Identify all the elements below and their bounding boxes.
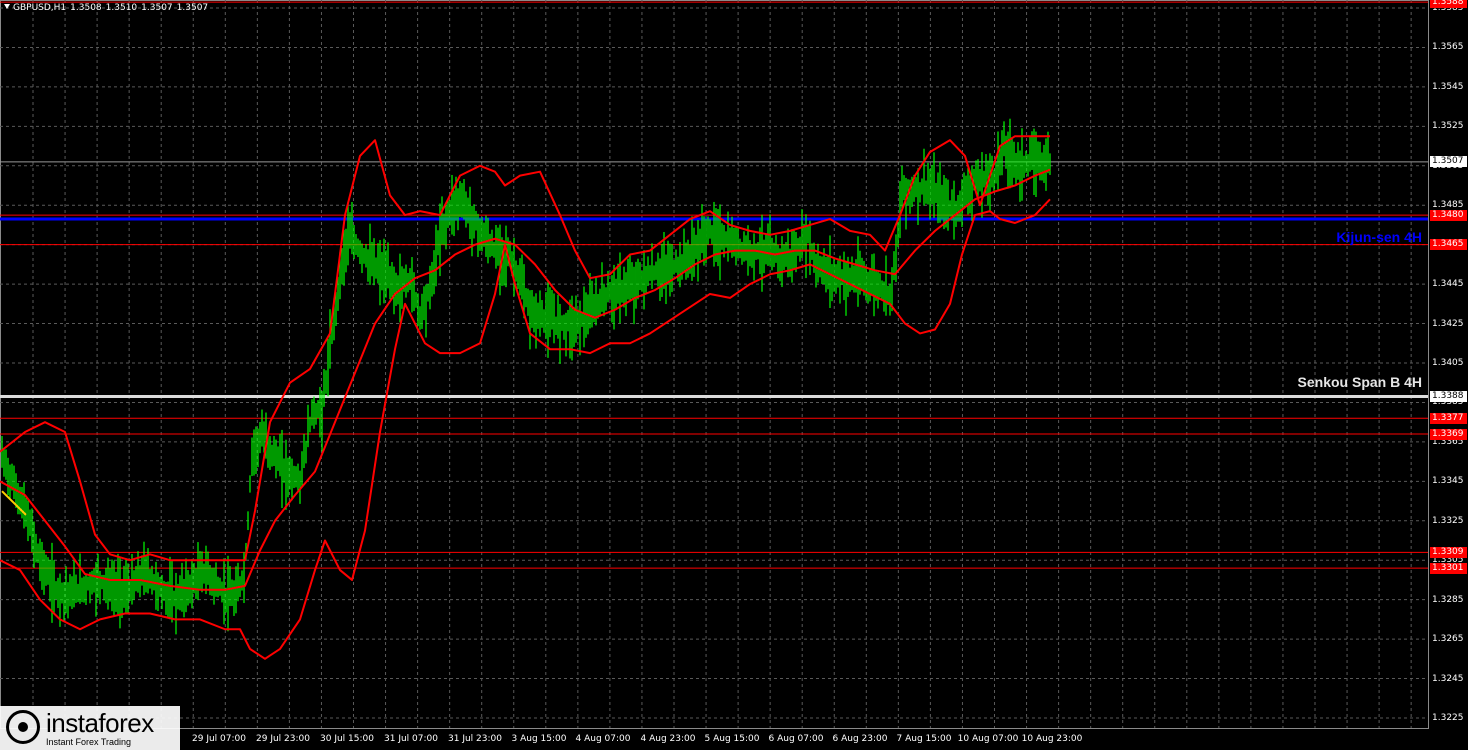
plot-border xyxy=(0,0,1429,729)
price-level-label: 1.3377 xyxy=(1430,412,1467,424)
price-level-label: 1.3507 xyxy=(1430,156,1467,168)
watermark-tagline: Instant Forex Trading xyxy=(46,737,132,747)
price-level-label: 1.3388 xyxy=(1430,391,1467,403)
x-tick-label: 29 Jul 23:00 xyxy=(256,734,310,744)
kijun-sen-label: Kijun-sen 4H xyxy=(1336,229,1422,245)
open-value: 1.3508 xyxy=(70,3,102,13)
y-tick-label: 1.3325 xyxy=(1432,515,1464,526)
y-tick-label: 1.3525 xyxy=(1432,121,1464,132)
y-tick-label: 1.3545 xyxy=(1432,81,1464,92)
y-tick-label: 1.3265 xyxy=(1432,634,1464,645)
series xyxy=(0,118,1051,660)
watermark-brand: instaforex xyxy=(46,708,154,738)
upper-band-line xyxy=(0,135,1050,562)
price-level-label: 1.3369 xyxy=(1430,428,1467,440)
x-tick-label: 4 Aug 07:00 xyxy=(575,734,631,744)
high-value: 1.3510 xyxy=(105,3,138,13)
price-level-label: 1.3480 xyxy=(1430,209,1467,221)
y-tick-label: 1.3285 xyxy=(1432,594,1464,605)
chart-header: GBPUSD,H1 1.3508 1.3510 1.3507 1.3507 xyxy=(4,3,212,13)
x-tick-label: 6 Aug 07:00 xyxy=(768,734,824,744)
price-chart[interactable] xyxy=(0,0,1468,750)
y-tick-label: 1.3565 xyxy=(1432,42,1464,53)
price-level-label: 1.3465 xyxy=(1430,239,1467,251)
x-tick-label: 6 Aug 23:00 xyxy=(832,734,888,744)
grid xyxy=(0,0,1428,728)
price-level-label: 1.3301 xyxy=(1430,562,1467,574)
low-value: 1.3507 xyxy=(141,3,173,13)
instaforex-logo-icon xyxy=(6,710,40,744)
y-tick-label: 1.3405 xyxy=(1432,358,1464,368)
symbol-label: GBPUSD,H1 xyxy=(13,3,67,13)
close-value: 1.3507 xyxy=(176,3,209,13)
x-tick-label: 30 Jul 15:00 xyxy=(320,734,374,744)
watermark: instaforex Instant Forex Trading xyxy=(0,706,180,750)
price-level-label: 1.3588 xyxy=(1430,0,1467,8)
y-tick-label: 1.3445 xyxy=(1432,279,1464,290)
x-tick-label: 10 Aug 23:00 xyxy=(1021,734,1083,744)
x-tick-label: 29 Jul 07:00 xyxy=(192,734,246,744)
y-tick-label: 1.3345 xyxy=(1432,476,1464,487)
senkou-span-b-label: Senkou Span B 4H xyxy=(1297,374,1422,390)
x-tick-label: 10 Aug 07:00 xyxy=(957,734,1019,744)
x-tick-label: 31 Jul 07:00 xyxy=(384,734,438,744)
x-tick-label: 31 Jul 23:00 xyxy=(448,734,502,744)
x-tick-label: 5 Aug 15:00 xyxy=(704,734,760,744)
x-tick-label: 3 Aug 15:00 xyxy=(511,734,567,744)
y-tick-label: 1.3225 xyxy=(1432,713,1464,723)
chevron-down-icon[interactable] xyxy=(4,4,10,9)
y-tick-label: 1.3245 xyxy=(1432,673,1464,684)
x-tick-label: 4 Aug 23:00 xyxy=(640,734,696,744)
x-tick-label: 7 Aug 15:00 xyxy=(896,734,952,744)
price-level-label: 1.3309 xyxy=(1430,546,1467,558)
y-tick-label: 1.3425 xyxy=(1432,318,1464,329)
